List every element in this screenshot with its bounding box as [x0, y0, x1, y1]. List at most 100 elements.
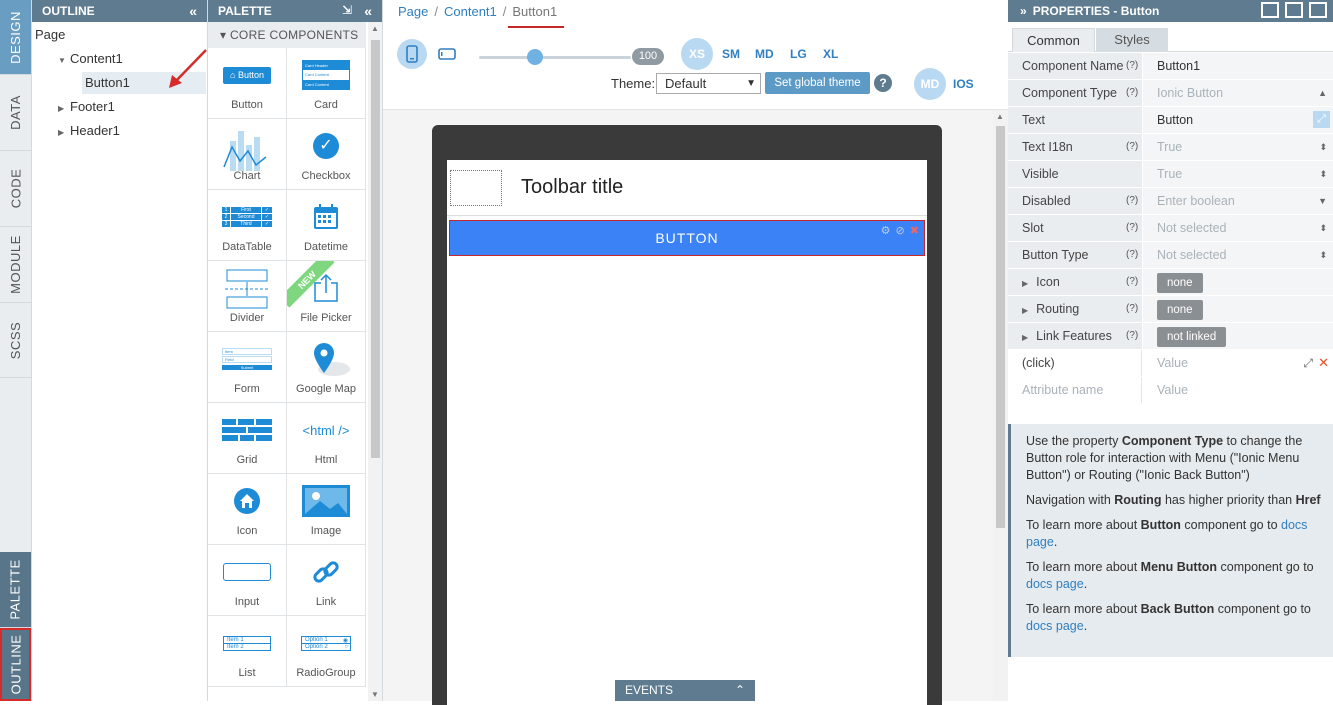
help-icon[interactable]: ?: [874, 74, 892, 92]
palette-item-html[interactable]: <html /> Html: [287, 403, 366, 474]
tree-item-footer1[interactable]: ▶ Footer1: [58, 96, 115, 118]
expand-editor-icon[interactable]: ⤢: [1303, 350, 1313, 376]
help-icon[interactable]: (?): [1126, 296, 1138, 322]
gear-icon[interactable]: ⚙: [881, 225, 892, 237]
icon-value-pill[interactable]: none: [1157, 273, 1203, 293]
tree-item-header1[interactable]: ▶ Header1: [58, 120, 120, 142]
phone-landscape-button[interactable]: [432, 39, 462, 69]
help-icon[interactable]: (?): [1126, 242, 1138, 268]
expand-editor-icon[interactable]: ⤢: [1313, 111, 1330, 128]
size-lg-button[interactable]: LG: [790, 47, 807, 61]
click-event-input[interactable]: Value ⤢ ✕: [1143, 350, 1333, 376]
collapse-left-icon[interactable]: «: [189, 3, 197, 19]
help-icon[interactable]: (?): [1126, 188, 1138, 214]
attribute-value-input[interactable]: Value: [1143, 377, 1333, 403]
palette-item-checkbox[interactable]: ✓ Checkbox: [287, 119, 366, 190]
scroll-up-icon[interactable]: ▲: [996, 112, 1004, 121]
palette-item-link[interactable]: Link: [287, 545, 366, 616]
canvas-scrollbar[interactable]: ▲: [993, 110, 1008, 701]
size-xs-button[interactable]: XS: [681, 38, 713, 70]
palette-item-input[interactable]: Input: [208, 545, 287, 616]
palette-scroll-thumb[interactable]: [371, 40, 380, 458]
palette-item-datatable[interactable]: 1 First ✓ 2 Second ✓ 3 Third ✓ DataTable: [208, 190, 287, 261]
palette-item-divider[interactable]: Divider: [208, 261, 287, 332]
tab-palette[interactable]: PALETTE: [0, 552, 31, 628]
caret-right-icon[interactable]: ▶: [58, 122, 70, 144]
layout-columns-icon[interactable]: [1285, 2, 1303, 18]
collapse-arrows-icon[interactable]: ⇲: [342, 3, 352, 17]
palette-item-card[interactable]: Card Header Card Content Card Content Ca…: [287, 48, 366, 119]
size-xl-button[interactable]: XL: [823, 47, 838, 61]
breadcrumb-content1[interactable]: Content1: [444, 4, 497, 19]
theme-select[interactable]: Default ▼: [656, 73, 761, 94]
palette-item-radiogroup[interactable]: Option 1 ◉ Option 2 ○ RadioGroup: [287, 616, 366, 687]
palette-item-list[interactable]: Item 1 Item 2 List: [208, 616, 287, 687]
tab-styles[interactable]: Styles: [1096, 28, 1168, 52]
palette-item-chart[interactable]: Chart: [208, 119, 287, 190]
toolbar-placeholder[interactable]: [450, 170, 502, 206]
scroll-down-icon[interactable]: ▼: [371, 690, 379, 699]
canvas-scroll-thumb[interactable]: [996, 126, 1005, 528]
zoom-slider-handle[interactable]: [527, 49, 544, 65]
slot-select[interactable]: Not selected ⬍: [1143, 215, 1333, 241]
help-icon[interactable]: (?): [1126, 215, 1138, 241]
link-features-pill[interactable]: not linked: [1157, 327, 1227, 347]
tab-data[interactable]: DATA: [0, 75, 31, 151]
events-panel-toggle[interactable]: EVENTS ⌃: [615, 680, 755, 701]
size-md-button[interactable]: MD: [755, 47, 774, 61]
tree-item-page[interactable]: Page: [35, 24, 65, 46]
expand-right-icon[interactable]: »: [1020, 4, 1027, 18]
close-icon[interactable]: ✕: [1318, 350, 1329, 376]
tab-code[interactable]: CODE: [0, 151, 31, 227]
tab-module[interactable]: MODULE: [0, 227, 31, 303]
layout-panel-icon[interactable]: [1309, 2, 1327, 18]
palette-item-datetime[interactable]: Datetime: [287, 190, 366, 261]
palette-item-button[interactable]: ⌂ Button Button: [208, 48, 287, 119]
mode-md-button[interactable]: MD: [914, 68, 946, 100]
ionic-button-component[interactable]: BUTTON ⚙ ⊘ ✖: [449, 220, 925, 256]
breadcrumb-page[interactable]: Page: [398, 4, 428, 19]
caret-right-icon[interactable]: ▶: [1022, 333, 1028, 342]
layout-rows-icon[interactable]: [1261, 2, 1279, 18]
help-icon[interactable]: (?): [1126, 134, 1138, 160]
tab-design[interactable]: DESIGN: [0, 0, 31, 75]
palette-item-form[interactable]: Item Field Submit Form: [208, 332, 287, 403]
component-name-input[interactable]: Button1: [1143, 53, 1333, 79]
size-sm-button[interactable]: SM: [722, 47, 740, 61]
palette-item-google-map[interactable]: Google Map: [287, 332, 366, 403]
tab-scss[interactable]: SCSS: [0, 303, 31, 378]
component-type-select[interactable]: Ionic Button ▲: [1143, 80, 1333, 106]
text-input[interactable]: Button ⤢: [1143, 107, 1333, 133]
caret-right-icon[interactable]: ▶: [1022, 306, 1028, 315]
phone-portrait-button[interactable]: [397, 39, 427, 69]
help-icon[interactable]: (?): [1126, 323, 1138, 349]
visible-select[interactable]: True ⬍: [1143, 161, 1333, 187]
text-i18n-select[interactable]: True ⬍: [1143, 134, 1333, 160]
mode-ios-button[interactable]: IOS: [953, 77, 974, 91]
zoom-slider-track[interactable]: [479, 56, 631, 59]
toolbar-title[interactable]: Toolbar title: [521, 176, 623, 199]
palette-section-core[interactable]: ▾ CORE COMPONENTS: [208, 22, 366, 48]
set-global-theme-button[interactable]: Set global theme: [765, 72, 870, 94]
palette-item-image[interactable]: Image: [287, 474, 366, 545]
tree-item-content1[interactable]: ▼ Content1: [58, 48, 123, 70]
palette-item-grid[interactable]: Grid: [208, 403, 287, 474]
palette-item-icon[interactable]: Icon: [208, 474, 287, 545]
button-type-select[interactable]: Not selected ⬍: [1143, 242, 1333, 268]
help-icon[interactable]: (?): [1126, 80, 1138, 106]
collapse-left-icon[interactable]: «: [364, 3, 372, 19]
routing-value-pill[interactable]: none: [1157, 300, 1203, 320]
caret-down-icon[interactable]: ▼: [58, 50, 70, 72]
attribute-name-input[interactable]: Attribute name: [1008, 377, 1142, 403]
delete-icon[interactable]: ✖: [910, 225, 920, 237]
scroll-up-icon[interactable]: ▲: [371, 24, 379, 33]
palette-scrollbar[interactable]: ▲ ▼: [368, 22, 382, 701]
hide-icon[interactable]: ⊘: [896, 225, 906, 237]
palette-item-file-picker[interactable]: NEW File Picker: [287, 261, 366, 332]
help-icon[interactable]: (?): [1126, 53, 1138, 79]
help-icon[interactable]: (?): [1126, 269, 1138, 295]
tab-common[interactable]: Common: [1012, 28, 1095, 52]
caret-right-icon[interactable]: ▶: [1022, 279, 1028, 288]
docs-link-back-button[interactable]: docs page: [1026, 619, 1084, 633]
docs-link-menu-button[interactable]: docs page: [1026, 577, 1084, 591]
